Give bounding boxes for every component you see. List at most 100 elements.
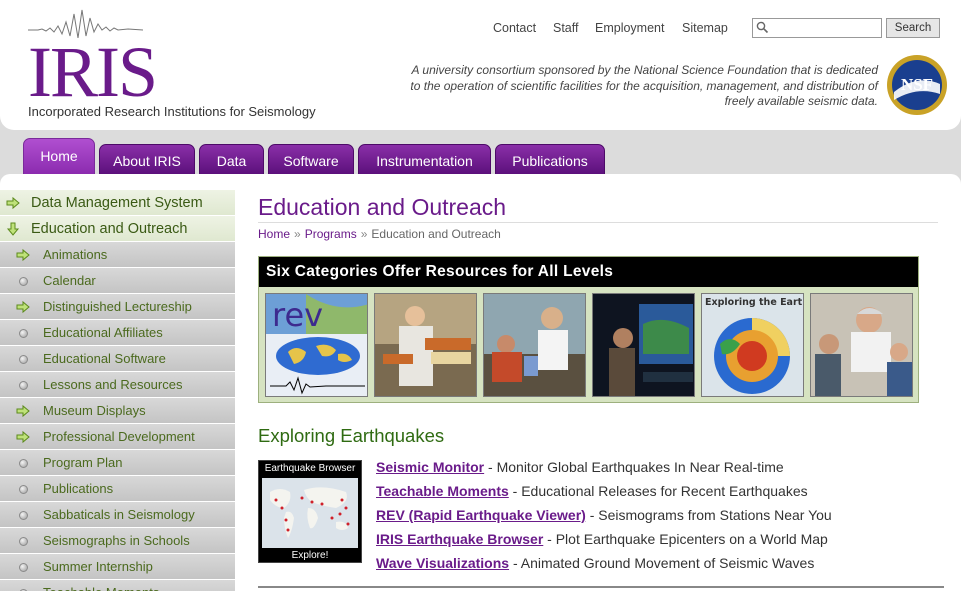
- employment-link[interactable]: Employment: [595, 21, 664, 35]
- seismic-monitor-link[interactable]: Seismic Monitor: [376, 459, 484, 475]
- sidebar-item-label: Publications: [43, 481, 114, 496]
- link-row-seismic-monitor: Seismic Monitor - Monitor Global Earthqu…: [376, 459, 784, 475]
- world-map-icon: [262, 478, 358, 548]
- arrow-right-icon: [6, 196, 20, 210]
- sidebar-item-label: Data Management System: [31, 195, 203, 211]
- arrow-down-icon: [6, 222, 20, 236]
- sidebar-item-museum-displays[interactable]: Museum Displays: [0, 398, 235, 424]
- tab-software[interactable]: Software: [268, 144, 354, 176]
- category-thumb-students[interactable]: [483, 293, 586, 397]
- arrow-right-icon: [16, 248, 30, 262]
- sidebar-item-data-management-system[interactable]: Data Management System: [0, 190, 235, 216]
- bullet-icon: [19, 485, 28, 494]
- rev-image: rev: [266, 294, 367, 396]
- group-image: [811, 294, 912, 396]
- breadcrumb: Home» Programs» Education and Outreach: [258, 227, 501, 241]
- link-description: - Plot Earthquake Epicenters on a World …: [543, 531, 828, 547]
- nsf-logo[interactable]: NSF: [886, 54, 948, 116]
- search-input[interactable]: [771, 21, 879, 35]
- sidebar-item-label: Calendar: [43, 273, 96, 288]
- rev-link[interactable]: REV (Rapid Earthquake Viewer): [376, 507, 586, 523]
- category-thumb-presenter[interactable]: [374, 293, 477, 397]
- earthquake-browser-thumb[interactable]: Earthquake Browser Explore!: [258, 460, 362, 563]
- bullet-icon: [19, 537, 28, 546]
- bullet-icon: [19, 355, 28, 364]
- breadcrumb-current: Education and Outreach: [371, 227, 501, 241]
- sidebar-item-summer-internship[interactable]: Summer Internship: [0, 554, 235, 580]
- sidebar-item-publications[interactable]: Publications: [0, 476, 235, 502]
- link-row-teachable-moments: Teachable Moments - Educational Releases…: [376, 483, 808, 499]
- sidebar-item-sabbaticals-in-seismology[interactable]: Sabbaticals in Seismology: [0, 502, 235, 528]
- tab-publications[interactable]: Publications: [495, 144, 605, 176]
- link-description: - Seismograms from Stations Near You: [585, 507, 832, 523]
- iris-earthquake-browser-link[interactable]: IRIS Earthquake Browser: [376, 531, 543, 547]
- tab-home[interactable]: Home: [23, 138, 95, 176]
- sidebar-item-program-plan[interactable]: Program Plan: [0, 450, 235, 476]
- contact-link[interactable]: Contact: [493, 21, 536, 35]
- page-title: Education and Outreach: [258, 194, 507, 220]
- sidebar-item-label: Educational Affiliates: [43, 325, 163, 340]
- main-nav: Home About IRIS Data Software Instrument…: [0, 130, 961, 176]
- bullet-icon: [19, 459, 28, 468]
- sidebar-item-label: Summer Internship: [43, 559, 153, 574]
- sidebar-item-professional-development[interactable]: Professional Development: [0, 424, 235, 450]
- link-description: - Monitor Global Earthquakes In Near Rea…: [484, 459, 784, 475]
- sidebar-item-educational-software[interactable]: Educational Software: [0, 346, 235, 372]
- logo-wordmark: IRIS: [28, 32, 158, 112]
- bullet-icon: [19, 381, 28, 390]
- sidebar-item-seismographs-in-schools[interactable]: Seismographs in Schools: [0, 528, 235, 554]
- sidebar-item-label: Sabbaticals in Seismology: [43, 507, 195, 522]
- logo-subtitle: Incorporated Research Institutions for S…: [28, 104, 316, 119]
- breadcrumb-programs[interactable]: Programs: [305, 227, 357, 241]
- arrow-right-icon: [16, 404, 30, 418]
- sidebar-item-teachable-moments[interactable]: Teachable Moments: [0, 580, 235, 591]
- nsf-logo-text: NSF: [901, 75, 933, 94]
- category-thumb-screen[interactable]: [592, 293, 695, 397]
- title-divider: [258, 222, 938, 223]
- bullet-icon: [19, 277, 28, 286]
- sidebar-item-distinguished-lectureship[interactable]: Distinguished Lectureship: [0, 294, 235, 320]
- breadcrumb-separator: »: [360, 227, 368, 241]
- sidebar-item-calendar[interactable]: Calendar: [0, 268, 235, 294]
- search-button[interactable]: Search: [886, 18, 940, 38]
- iris-logo[interactable]: IRIS Incorporated Research Institutions …: [28, 8, 328, 123]
- category-thumb-earth[interactable]: Exploring the Earth: [701, 293, 804, 397]
- search-field[interactable]: [752, 18, 882, 38]
- sidebar-item-label: Educational Software: [43, 351, 166, 366]
- teachable-moments-link[interactable]: Teachable Moments: [376, 483, 509, 499]
- tab-about-iris[interactable]: About IRIS: [99, 144, 195, 176]
- link-row-wave-visualizations: Wave Visualizations - Animated Ground Mo…: [376, 555, 814, 571]
- breadcrumb-home[interactable]: Home: [258, 227, 290, 241]
- tab-data[interactable]: Data: [199, 144, 264, 176]
- link-row-iris-earthquake-browser: IRIS Earthquake Browser - Plot Earthquak…: [376, 531, 828, 547]
- eb-thumb-explore: Explore!: [291, 550, 329, 561]
- breadcrumb-separator: »: [294, 227, 301, 241]
- eb-thumb-title: Earthquake Browser: [264, 463, 356, 474]
- rev-image-text: rev: [272, 296, 323, 334]
- bullet-icon: [19, 329, 28, 338]
- categories-box: Six Categories Offer Resources for All L…: [258, 256, 919, 403]
- sidebar-item-label: Museum Displays: [43, 403, 146, 418]
- wave-visualizations-link[interactable]: Wave Visualizations: [376, 555, 509, 571]
- link-row-rev: REV (Rapid Earthquake Viewer) - Seismogr…: [376, 507, 832, 523]
- sidebar-item-label: Seismographs in Schools: [43, 533, 190, 548]
- staff-link[interactable]: Staff: [553, 21, 578, 35]
- sidebar-item-education-and-outreach[interactable]: Education and Outreach: [0, 216, 235, 242]
- screen-image: [593, 294, 694, 396]
- section-title-exploring-earthquakes: Exploring Earthquakes: [258, 425, 445, 446]
- tab-instrumentation[interactable]: Instrumentation: [358, 144, 491, 176]
- category-thumb-group[interactable]: [810, 293, 913, 397]
- sidebar-item-animations[interactable]: Animations: [0, 242, 235, 268]
- section-divider: [258, 586, 944, 588]
- category-thumb-rev[interactable]: rev: [265, 293, 368, 397]
- earth-image-text: Exploring the Earth: [705, 297, 804, 308]
- sitemap-link[interactable]: Sitemap: [682, 21, 728, 35]
- sidebar-item-lessons-and-resources[interactable]: Lessons and Resources: [0, 372, 235, 398]
- sidebar-item-label: Program Plan: [43, 455, 123, 470]
- students-image: [484, 294, 585, 396]
- site-header: IRIS Incorporated Research Institutions …: [0, 0, 961, 130]
- sidebar-item-label: Lessons and Resources: [43, 377, 183, 392]
- arrow-right-icon: [16, 300, 30, 314]
- sidebar-item-educational-affiliates[interactable]: Educational Affiliates: [0, 320, 235, 346]
- link-description: - Animated Ground Movement of Seismic Wa…: [509, 555, 815, 571]
